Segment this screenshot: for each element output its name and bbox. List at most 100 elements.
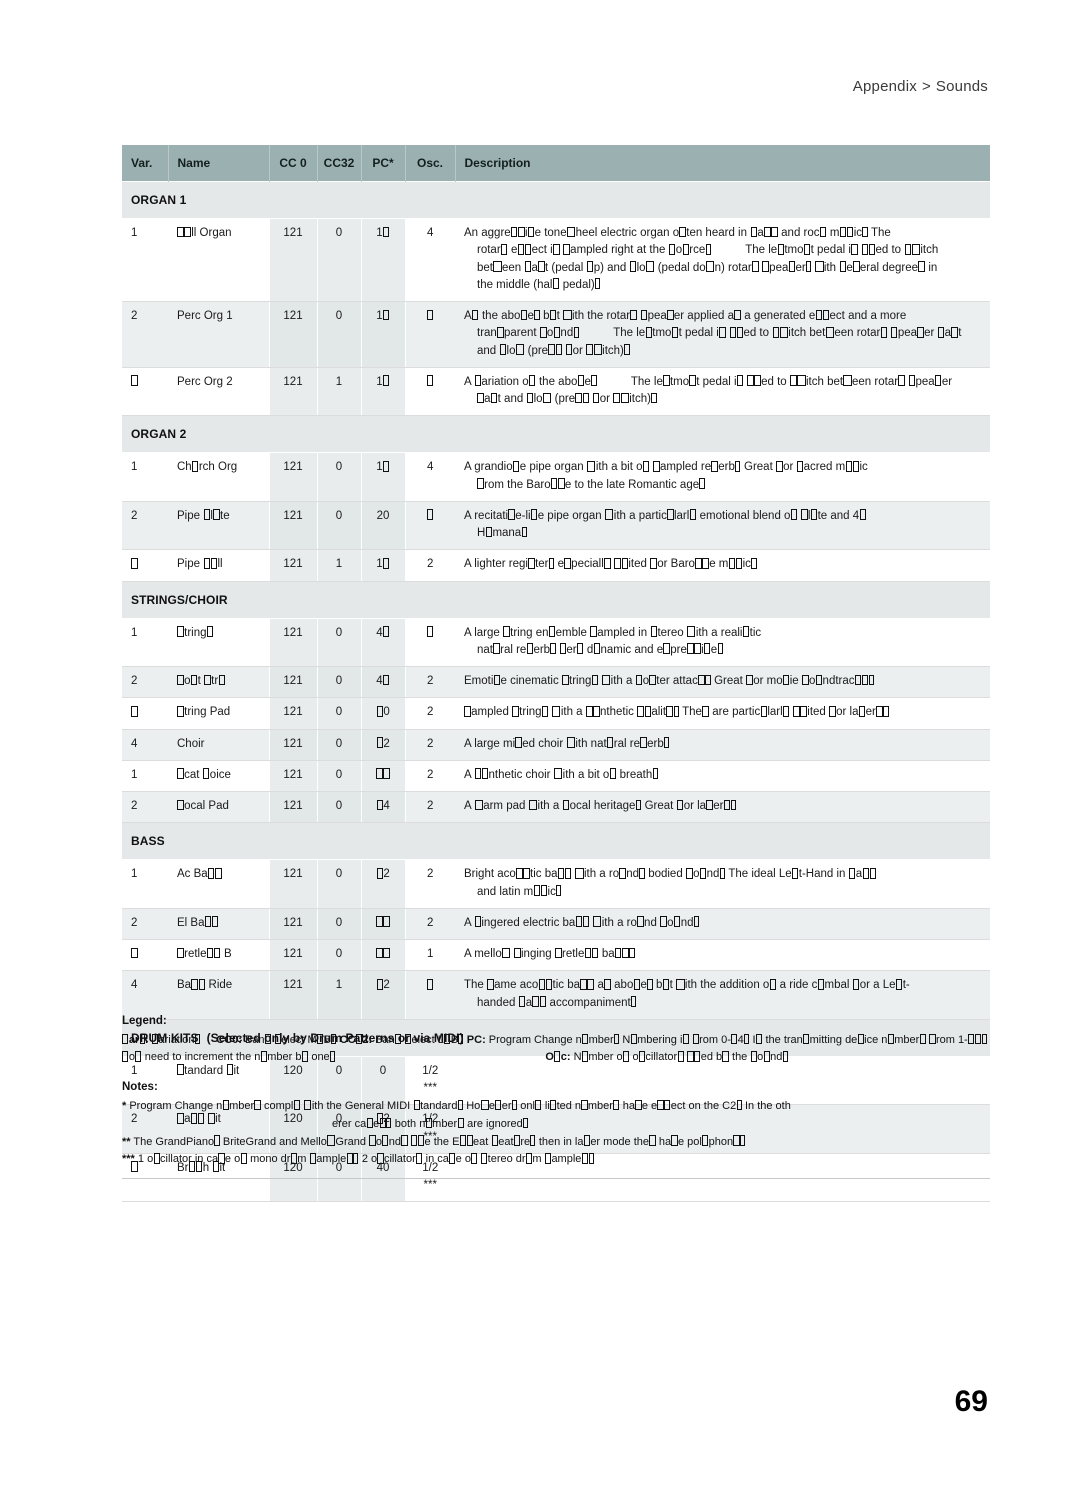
missing-glyph bbox=[898, 375, 905, 387]
cell-cc0: 121 bbox=[268, 760, 318, 793]
missing-glyph bbox=[630, 309, 637, 321]
cell-pc: 1 bbox=[360, 367, 406, 417]
cell-name: Perc Org 2 bbox=[168, 367, 269, 417]
missing-glyph bbox=[301, 1051, 308, 1062]
cell-pc: 2 bbox=[360, 729, 406, 761]
missing-glyph bbox=[139, 1033, 145, 1045]
cell-pc: 4 bbox=[360, 791, 406, 824]
missing-glyph bbox=[581, 1051, 589, 1062]
missing-glyph bbox=[413, 1099, 420, 1111]
missing-glyph bbox=[869, 674, 875, 686]
missing-glyph bbox=[444, 1033, 451, 1045]
missing-glyph bbox=[763, 1051, 770, 1062]
missing-glyph bbox=[395, 1033, 402, 1045]
missing-glyph bbox=[731, 1033, 738, 1045]
missing-glyph bbox=[377, 1153, 384, 1164]
description-line: handed a accompaniment bbox=[464, 995, 984, 1012]
missing-glyph bbox=[635, 799, 642, 811]
missing-glyph bbox=[198, 978, 205, 990]
missing-glyph bbox=[735, 460, 741, 472]
missing-glyph bbox=[717, 643, 723, 655]
missing-glyph bbox=[366, 1117, 373, 1129]
missing-glyph bbox=[817, 978, 825, 990]
missing-glyph bbox=[937, 326, 945, 338]
description-line: The ame aco tic ba a abo e bt ith the addi… bbox=[464, 978, 910, 992]
missing-glyph bbox=[771, 226, 778, 238]
missing-glyph bbox=[591, 674, 599, 686]
cell-cc32: 1 bbox=[316, 367, 362, 417]
cell-osc: 2 bbox=[405, 697, 455, 730]
cell-cc0: 121 bbox=[268, 729, 318, 761]
cell-cc0: 121 bbox=[268, 452, 318, 502]
cell-name: Ch rch Org bbox=[168, 452, 269, 502]
cell-description: A large tring en emble ampled in tereo it… bbox=[455, 618, 990, 667]
missing-glyph bbox=[829, 705, 836, 717]
missing-glyph bbox=[563, 309, 572, 321]
cell-osc bbox=[405, 618, 455, 667]
missing-glyph bbox=[815, 309, 823, 321]
missing-glyph bbox=[752, 261, 759, 272]
missing-glyph bbox=[213, 509, 220, 521]
missing-glyph bbox=[800, 705, 807, 717]
missing-glyph bbox=[563, 243, 570, 255]
missing-glyph bbox=[640, 737, 647, 748]
missing-glyph bbox=[587, 978, 594, 990]
description-line: and lo (pre or itch) bbox=[464, 343, 984, 360]
cell-osc: 2 bbox=[405, 729, 455, 761]
missing-glyph bbox=[869, 867, 877, 879]
cell-osc: 4 bbox=[405, 218, 455, 302]
cell-name: Choir bbox=[168, 729, 269, 761]
description-line: A the abo e bt ith the rotar pea er applie… bbox=[464, 309, 907, 322]
missing-glyph bbox=[733, 1135, 740, 1146]
missing-glyph bbox=[908, 375, 916, 387]
missing-glyph bbox=[887, 1033, 894, 1045]
missing-glyph bbox=[562, 674, 569, 686]
missing-glyph bbox=[511, 1099, 517, 1111]
description-line: A recitati e-li e pipe organ ith a partic l… bbox=[464, 508, 984, 525]
table-group-row: BASS bbox=[122, 822, 990, 861]
missing-glyph bbox=[581, 1099, 588, 1111]
missing-glyph bbox=[541, 705, 549, 717]
missing-glyph bbox=[593, 705, 600, 717]
description-line: A grandio e pipe organ ith a bit o ampled… bbox=[464, 460, 868, 474]
cell-cc0: 121 bbox=[268, 791, 318, 824]
missing-glyph bbox=[485, 526, 493, 538]
cell-cc0: 121 bbox=[268, 367, 318, 417]
missing-glyph bbox=[376, 947, 383, 959]
missing-glyph bbox=[215, 867, 222, 879]
missing-glyph bbox=[512, 705, 519, 717]
cell-cc32: 0 bbox=[316, 501, 362, 551]
missing-glyph bbox=[750, 1051, 757, 1062]
missing-glyph bbox=[729, 326, 736, 338]
missing-glyph bbox=[540, 326, 547, 338]
missing-glyph bbox=[801, 509, 808, 521]
missing-glyph bbox=[177, 799, 184, 811]
missing-glyph bbox=[477, 392, 484, 404]
missing-glyph bbox=[651, 392, 657, 404]
missing-glyph bbox=[562, 799, 570, 811]
footnotes-divider bbox=[122, 1178, 990, 1180]
table-row: Perc Org 2 121 1 1 A ariation o the abo e The … bbox=[122, 367, 990, 417]
missing-glyph bbox=[858, 705, 866, 717]
missing-glyph bbox=[501, 243, 508, 255]
missing-glyph bbox=[706, 799, 713, 811]
missing-glyph bbox=[376, 705, 384, 717]
cell-cc32: 0 bbox=[316, 697, 362, 730]
missing-glyph bbox=[687, 1051, 694, 1062]
column-header-var: Var. bbox=[122, 145, 169, 182]
missing-glyph bbox=[868, 243, 876, 255]
missing-glyph bbox=[622, 947, 629, 959]
missing-glyph bbox=[740, 1135, 746, 1146]
missing-glyph bbox=[793, 705, 800, 717]
cell-description: Emoti e cinematic tring ith a o ter attac … bbox=[455, 666, 990, 699]
missing-glyph bbox=[464, 705, 471, 717]
missing-glyph bbox=[517, 243, 525, 255]
missing-glyph bbox=[490, 392, 498, 404]
missing-glyph bbox=[177, 705, 184, 717]
missing-glyph bbox=[493, 643, 500, 655]
missing-glyph bbox=[679, 226, 686, 238]
missing-glyph bbox=[895, 978, 903, 990]
missing-glyph bbox=[802, 674, 809, 686]
missing-glyph bbox=[698, 674, 705, 686]
missing-glyph bbox=[254, 1099, 261, 1111]
